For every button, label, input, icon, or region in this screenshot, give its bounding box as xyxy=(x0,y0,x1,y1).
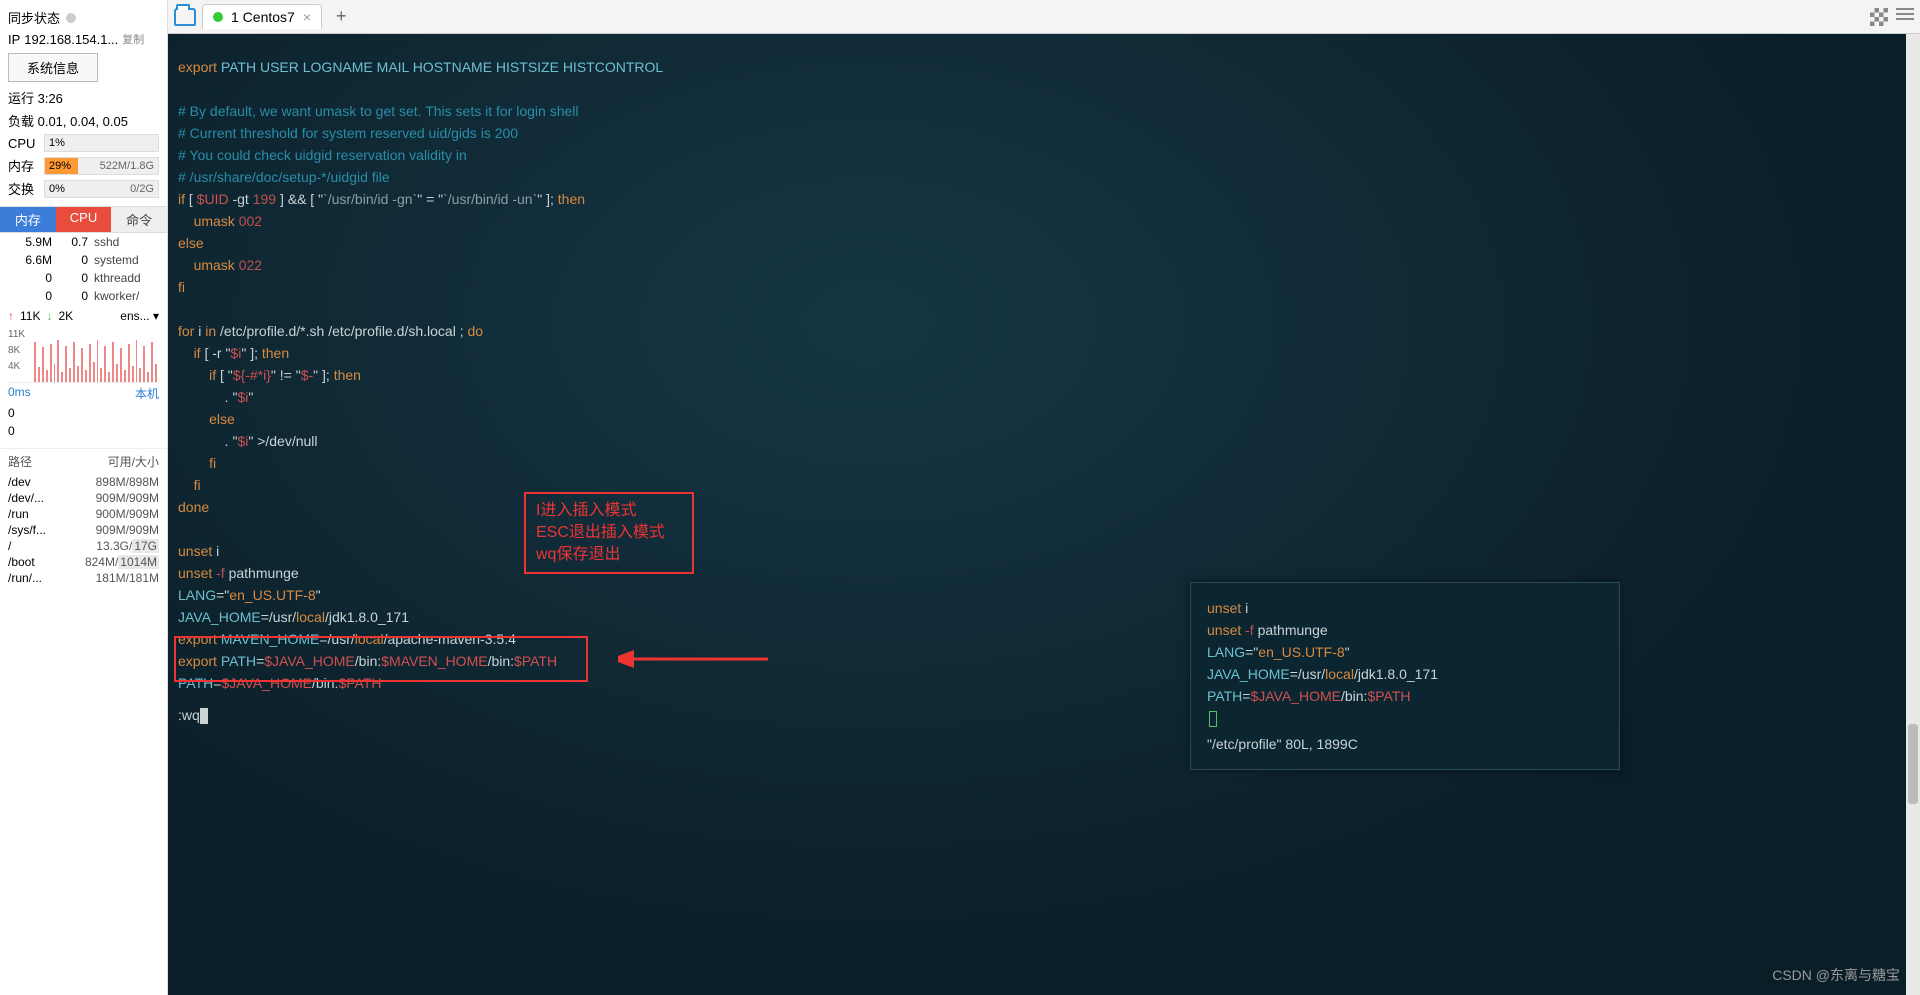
process-row[interactable]: 5.9M0.7sshd xyxy=(0,233,167,251)
disk-row[interactable]: /boot824M/1014M xyxy=(0,554,167,570)
vim-command: :wq xyxy=(178,707,200,723)
system-monitor-sidebar: 同步状态 IP 192.168.154.1... 复制 系统信息 运行 3:26… xyxy=(0,0,168,995)
ip-value: 192.168.154.1... xyxy=(24,32,118,47)
chevron-down-icon[interactable]: ▾ xyxy=(153,309,159,323)
mem-detail: 522M/1.8G xyxy=(100,160,154,172)
tab-command[interactable]: 命令 xyxy=(111,207,167,232)
system-info-button[interactable]: 系统信息 xyxy=(8,53,98,82)
tab-bar: 1 Centos7 × + xyxy=(168,0,1920,34)
grid-view-icon[interactable] xyxy=(1870,8,1888,26)
inset-status: "/etc/profile" 80L, 1899C xyxy=(1207,733,1603,755)
process-table: 5.9M0.7sshd6.6M0systemd00kthreadd00kwork… xyxy=(0,233,167,305)
cpu-value: 1% xyxy=(45,137,65,149)
arrow-down-icon: ↓ xyxy=(46,309,52,323)
cpu-row: CPU 1% xyxy=(0,132,167,154)
network-chart: 11K8K4K xyxy=(8,327,159,383)
ip-label: IP xyxy=(8,32,20,47)
main-area: 1 Centos7 × + export PATH USER LOGNAME M… xyxy=(168,0,1920,995)
latency-host[interactable]: 本机 xyxy=(135,385,159,402)
network-row: ↑ 11K ↓ 2K ens... ▾ xyxy=(0,305,167,327)
new-tab-button[interactable]: + xyxy=(328,6,355,27)
scrollbar[interactable] xyxy=(1906,34,1920,995)
latency-v1: 0 xyxy=(8,406,15,420)
disk-row[interactable]: /run/...181M/181M xyxy=(0,570,167,586)
tab-memory[interactable]: 内存 xyxy=(0,207,56,232)
terminal-tab[interactable]: 1 Centos7 × xyxy=(202,4,322,29)
sync-status-label: 同步状态 xyxy=(8,8,60,27)
swap-detail: 0/2G xyxy=(130,183,154,195)
swap-row: 交换 0% 0/2G xyxy=(0,177,167,200)
disk-row[interactable]: /sys/f...909M/909M xyxy=(0,522,167,538)
net-up: 11K xyxy=(20,309,40,323)
mem-label: 内存 xyxy=(8,156,38,175)
connection-dot-icon xyxy=(213,12,223,22)
copy-link[interactable]: 复制 xyxy=(122,31,144,47)
highlight-rect xyxy=(174,636,588,682)
cursor-icon xyxy=(200,708,208,724)
latency-ms: 0ms xyxy=(8,385,31,402)
terminal-view[interactable]: export PATH USER LOGNAME MAIL HOSTNAME H… xyxy=(168,34,1920,995)
process-tabs: 内存 CPU 命令 xyxy=(0,206,167,233)
close-icon[interactable]: × xyxy=(303,9,311,25)
folder-icon[interactable] xyxy=(174,8,196,26)
process-row[interactable]: 00kthreadd xyxy=(0,269,167,287)
process-row[interactable]: 6.6M0systemd xyxy=(0,251,167,269)
disk-row[interactable]: /dev/...909M/909M xyxy=(0,490,167,506)
inset-cursor-icon xyxy=(1209,711,1217,727)
mem-value: 29% xyxy=(45,160,71,172)
menu-icon[interactable] xyxy=(1896,8,1914,26)
arrow-up-icon: ↑ xyxy=(8,309,14,323)
swap-label: 交换 xyxy=(8,179,38,198)
swap-value: 0% xyxy=(45,183,65,195)
net-iface[interactable]: ens... xyxy=(120,309,149,323)
cpu-label: CPU xyxy=(8,136,38,151)
disk-row[interactable]: /13.3G/17G xyxy=(0,538,167,554)
scrollbar-thumb[interactable] xyxy=(1908,724,1918,804)
watermark-text: CSDN @东离与糖宝 xyxy=(1772,965,1900,985)
load-text: 负载 0.01, 0.04, 0.05 xyxy=(0,109,167,132)
net-down: 2K xyxy=(58,309,73,323)
tab-label: 1 Centos7 xyxy=(231,9,295,25)
uptime-text: 运行 3:26 xyxy=(0,86,167,109)
status-dot-icon xyxy=(66,13,76,23)
annotation-box: I进入插入模式 ESC退出插入模式 wq保存退出 xyxy=(524,492,694,574)
inset-preview: unset iunset -f pathmungeLANG="en_US.UTF… xyxy=(1190,582,1620,770)
process-row[interactable]: 00kworker/ xyxy=(0,287,167,305)
disk-header: 路径可用/大小 xyxy=(0,448,167,474)
mem-row: 内存 29% 522M/1.8G xyxy=(0,154,167,177)
latency-v2: 0 xyxy=(8,424,15,438)
disk-row[interactable]: /dev898M/898M xyxy=(0,474,167,490)
disk-list: /dev898M/898M/dev/...909M/909M/run900M/9… xyxy=(0,474,167,586)
disk-row[interactable]: /run900M/909M xyxy=(0,506,167,522)
tab-cpu[interactable]: CPU xyxy=(56,207,112,232)
arrow-icon xyxy=(618,644,778,674)
